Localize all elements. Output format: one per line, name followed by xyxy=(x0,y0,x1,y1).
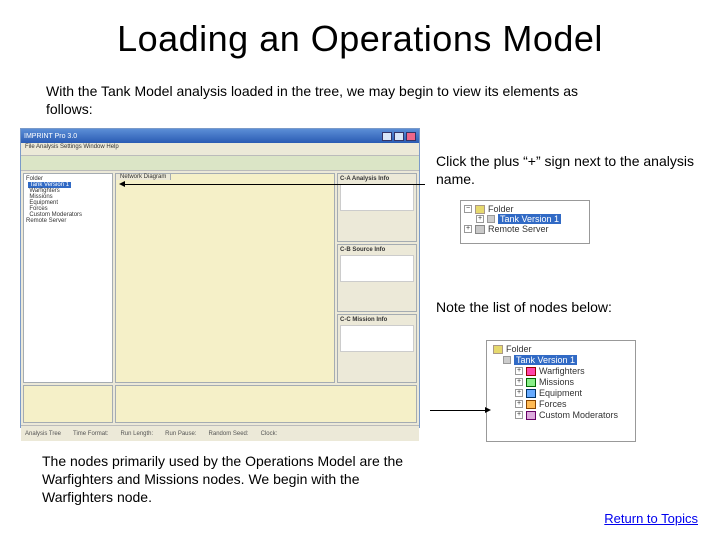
mini2-child: Forces xyxy=(539,399,567,409)
app-titlebar: IMPRINT Pro 3.0 xyxy=(21,129,419,143)
missions-icon xyxy=(526,378,536,387)
mini-tree-collapsed: − Folder + Tank Version 1 + Remote Serve… xyxy=(460,200,590,244)
status-item: Run Length: xyxy=(120,431,153,437)
bottom-right-panel xyxy=(115,385,417,423)
mini1-remote: Remote Server xyxy=(488,224,549,234)
maximize-icon xyxy=(394,132,404,141)
return-to-topics-link[interactable]: Return to Topics xyxy=(604,511,698,526)
mini2-child: Missions xyxy=(539,377,574,387)
expand-icon: + xyxy=(515,389,523,397)
panel-b: C-B Source Info xyxy=(337,244,417,313)
custom-moderators-icon xyxy=(526,411,536,420)
arrow-to-tree xyxy=(125,184,425,185)
folder-icon xyxy=(493,345,503,354)
tree-remote: Remote Server xyxy=(26,218,66,224)
status-item: Run Pause: xyxy=(165,431,196,437)
expand-icon: − xyxy=(464,205,472,213)
expand-icon: + xyxy=(515,400,523,408)
analysis-icon xyxy=(503,356,511,364)
app-menubar: File Analysis Settings Window Help xyxy=(21,143,419,155)
app-title: IMPRINT Pro 3.0 xyxy=(24,133,382,140)
folder-icon xyxy=(475,205,485,214)
status-item: Time Format: xyxy=(73,431,108,437)
remote-server-icon xyxy=(475,225,485,234)
panel-b-header: C-B Source Info xyxy=(340,247,414,253)
mini2-child: Warfighters xyxy=(539,366,585,376)
arrow-to-expanded-tree xyxy=(430,410,485,411)
app-screenshot: IMPRINT Pro 3.0 File Analysis Settings W… xyxy=(20,128,420,428)
app-toolbar xyxy=(21,155,419,171)
callout-node-list: Note the list of nodes below: xyxy=(436,298,706,316)
callout-click-plus: Click the plus “+” sign next to the anal… xyxy=(436,152,696,188)
bottom-left-panel xyxy=(23,385,113,423)
expand-icon: + xyxy=(515,411,523,419)
equipment-icon xyxy=(526,389,536,398)
panel-a-header: C-A Analysis Info xyxy=(340,176,414,182)
panel-c: C-C Mission Info xyxy=(337,314,417,383)
panel-c-header: C-C Mission Info xyxy=(340,317,414,323)
forces-icon xyxy=(526,400,536,409)
status-item: Analysis Tree xyxy=(25,431,61,437)
mini-tree-expanded: Folder Tank Version 1 + Warfighters + Mi… xyxy=(486,340,636,442)
mini1-selected: Tank Version 1 xyxy=(498,214,561,224)
warfighters-icon xyxy=(526,367,536,376)
mini2-selected: Tank Version 1 xyxy=(514,355,577,365)
app-right-column: C-A Analysis Info C-B Source Info C-C Mi… xyxy=(337,173,417,383)
minimize-icon xyxy=(382,132,392,141)
analysis-icon xyxy=(487,215,495,223)
expand-icon: + xyxy=(515,378,523,386)
close-icon xyxy=(406,132,416,141)
status-item: Random Seed: xyxy=(209,431,249,437)
expand-icon: + xyxy=(476,215,484,223)
mini2-child: Custom Moderators xyxy=(539,410,618,420)
bottom-text: The nodes primarily used by the Operatio… xyxy=(42,452,412,507)
mini1-folder: Folder xyxy=(488,204,514,214)
expand-icon: + xyxy=(515,367,523,375)
center-tab: Network Diagram xyxy=(115,173,171,180)
intro-text: With the Tank Model analysis loaded in t… xyxy=(46,82,616,118)
status-item: Clock: xyxy=(261,431,278,437)
app-status-bar: Analysis Tree Time Format: Run Length: R… xyxy=(21,425,419,441)
page-title: Loading an Operations Model xyxy=(0,18,720,60)
app-center-panel: Network Diagram xyxy=(115,173,335,383)
mini2-child: Equipment xyxy=(539,388,582,398)
expand-icon: + xyxy=(464,225,472,233)
app-tree-panel: Folder Tank Version 1 Warfighters Missio… xyxy=(23,173,113,383)
mini2-folder: Folder xyxy=(506,344,532,354)
